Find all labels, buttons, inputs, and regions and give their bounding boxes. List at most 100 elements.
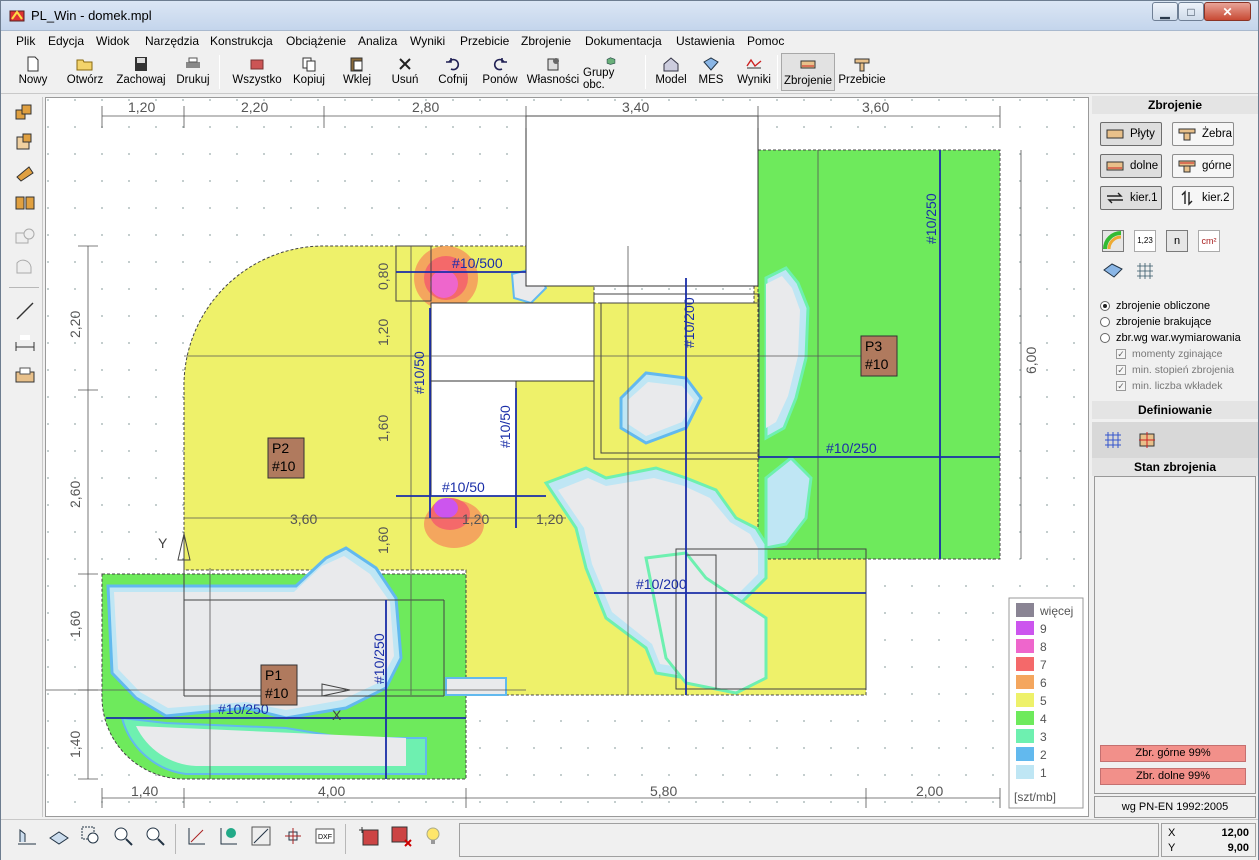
dimension-tool-icon[interactable] <box>13 331 37 355</box>
arc-shape-icon[interactable] <box>13 255 37 279</box>
plate-tool-icon[interactable] <box>13 101 37 125</box>
bottom-reinforcement-toggle[interactable]: dolne <box>1100 154 1162 178</box>
bottom-dim: 1,40 <box>131 783 158 799</box>
count-icon[interactable]: n <box>1166 230 1188 252</box>
top-reinforcement-toggle[interactable]: górne <box>1172 154 1234 178</box>
legend-label: więcej <box>1039 604 1073 618</box>
opening-tool-icon[interactable] <box>13 191 37 215</box>
line-tool-icon[interactable] <box>13 299 37 323</box>
contour-map-icon[interactable] <box>1102 230 1124 252</box>
direction-2-toggle[interactable]: kier.2 <box>1172 186 1234 210</box>
radio-dimensioning[interactable]: zbr.wg war.wymiarowania <box>1100 332 1241 344</box>
app-icon <box>9 10 25 22</box>
menu-widok[interactable]: Widok <box>96 34 129 48</box>
menu-dokumentacja[interactable]: Dokumentacja <box>585 34 662 48</box>
reinforcement-map: 1,20 2,20 2,80 3,40 3,60 1,40 4,00 5,80 … <box>46 98 1090 818</box>
inner-dim: 1,20 <box>462 511 489 527</box>
area-cm2-icon[interactable]: cm² <box>1198 230 1220 252</box>
coordinate-system-icon[interactable] <box>185 824 209 848</box>
view-plan-icon[interactable] <box>15 824 39 848</box>
menu-plik[interactable]: Plik <box>16 34 35 48</box>
copy-button[interactable]: Kopiuj <box>289 53 329 91</box>
zoom-icon[interactable] <box>143 824 167 848</box>
print-button[interactable]: Drukuj <box>173 53 213 91</box>
section-tool-icon[interactable] <box>13 365 37 389</box>
design-code: wg PN-EN 1992:2005 <box>1094 796 1256 818</box>
plate-p2-name: P2 <box>272 440 289 456</box>
rebar-define-icon[interactable] <box>1136 429 1158 451</box>
fem-button[interactable]: MES <box>693 53 729 91</box>
rebar-label: #10/200 <box>636 576 687 592</box>
top-rebar-icon <box>1178 160 1196 173</box>
new-button[interactable]: Nowy <box>11 53 55 91</box>
menu-konstrukcja[interactable]: Konstrukcja <box>210 34 273 48</box>
legend-label: 3 <box>1040 730 1047 744</box>
menu-pomoc[interactable]: Pomoc <box>747 34 784 48</box>
left-toolbar <box>3 97 43 817</box>
menu-narzedzia[interactable]: Narzędzia <box>145 34 199 48</box>
plate-edit-icon[interactable] <box>13 131 37 155</box>
save-button[interactable]: Zachowaj <box>113 53 169 91</box>
close-button[interactable]: ✕ <box>1204 2 1251 21</box>
legend-label: 7 <box>1040 658 1047 672</box>
menu-ustawienia[interactable]: Ustawienia <box>676 34 735 48</box>
ribs-toggle[interactable]: Żebra <box>1172 122 1234 146</box>
select-all-button[interactable]: Wszystko <box>229 53 285 91</box>
legend-label: 1 <box>1040 766 1047 780</box>
plates-toggle[interactable]: Płyty <box>1100 122 1162 146</box>
radio-computed[interactable]: zbrojenie obliczone <box>1100 300 1210 312</box>
open-button[interactable]: Otwórz <box>61 53 109 91</box>
mesh-grid-icon[interactable] <box>1134 260 1156 282</box>
direction-1-toggle[interactable]: kier.1 <box>1100 186 1162 210</box>
menu-analiza[interactable]: Analiza <box>358 34 397 48</box>
minimize-button[interactable]: ▁ <box>1152 2 1178 21</box>
drawing-canvas[interactable]: 1,20 2,20 2,80 3,40 3,60 1,40 4,00 5,80 … <box>45 97 1090 818</box>
globe-coordinates-icon[interactable] <box>217 824 241 848</box>
maximize-button[interactable]: □ <box>1178 2 1204 21</box>
plate-rotate-icon[interactable] <box>13 161 37 185</box>
check-min-ratio[interactable]: ✓ min. stopień zbrojenia <box>1116 364 1234 376</box>
zoom-window-icon[interactable] <box>79 824 103 848</box>
values-icon[interactable]: 1,23 <box>1134 230 1156 252</box>
top-reinforcement-status: Zbr. górne 99% <box>1100 745 1246 762</box>
snap-point-icon[interactable] <box>281 824 305 848</box>
results-button[interactable]: Wyniki <box>735 53 773 91</box>
axis-y-label: Y <box>158 535 168 551</box>
punching-button[interactable]: Przebicie <box>838 53 886 91</box>
checkbox-icon: ✓ <box>1116 349 1126 359</box>
legend-swatch <box>1016 675 1034 689</box>
menu-edycja[interactable]: Edycja <box>48 34 84 48</box>
radio-missing[interactable]: zbrojenie brakujące <box>1100 316 1211 328</box>
open-folder-icon <box>76 59 93 71</box>
layer-1a-delete-icon[interactable] <box>389 824 413 848</box>
menu-obciazenie[interactable]: Obciążenie <box>286 34 346 48</box>
menu-wyniki[interactable]: Wyniki <box>410 34 445 48</box>
layer-1a-icon[interactable] <box>357 824 381 848</box>
check-bending-moments[interactable]: ✓ momenty zginające <box>1116 348 1222 360</box>
menu-zbrojenie[interactable]: Zbrojenie <box>521 34 571 48</box>
undo-button[interactable]: Cofnij <box>433 53 473 91</box>
rib-icon <box>1178 128 1196 141</box>
circle-shape-icon[interactable] <box>13 225 37 249</box>
model-button[interactable]: Model <box>653 53 689 91</box>
snap-grid-icon[interactable] <box>249 824 273 848</box>
dxf-export-icon[interactable]: DXF <box>313 824 337 848</box>
cursor-coordinates: X 12,00 Y 9,00 <box>1161 823 1256 857</box>
redo-button[interactable]: Ponów <box>479 53 521 91</box>
bottom-dim: 2,00 <box>916 783 943 799</box>
view-3d-icon[interactable] <box>47 824 71 848</box>
mesh-define-icon[interactable] <box>1102 429 1124 451</box>
radio-dot <box>1100 317 1110 327</box>
properties-button[interactable]: Własności <box>527 53 579 91</box>
reinforcement-button[interactable]: Zbrojenie <box>781 53 835 91</box>
zoom-dynamic-icon[interactable] <box>111 824 135 848</box>
check-min-bars[interactable]: ✓ min. liczba wkładek <box>1116 380 1222 392</box>
load-groups-button[interactable]: Grupy obc. <box>583 53 639 91</box>
delete-button[interactable]: Usuń <box>385 53 425 91</box>
slab-3d-icon[interactable] <box>1102 260 1124 282</box>
hint-bulb-icon[interactable] <box>421 824 445 848</box>
legend-label: 4 <box>1040 712 1047 726</box>
menu-przebicie[interactable]: Przebicie <box>460 34 509 48</box>
paste-button[interactable]: Wklej <box>337 53 377 91</box>
rebar-label: #10/50 <box>497 405 513 448</box>
